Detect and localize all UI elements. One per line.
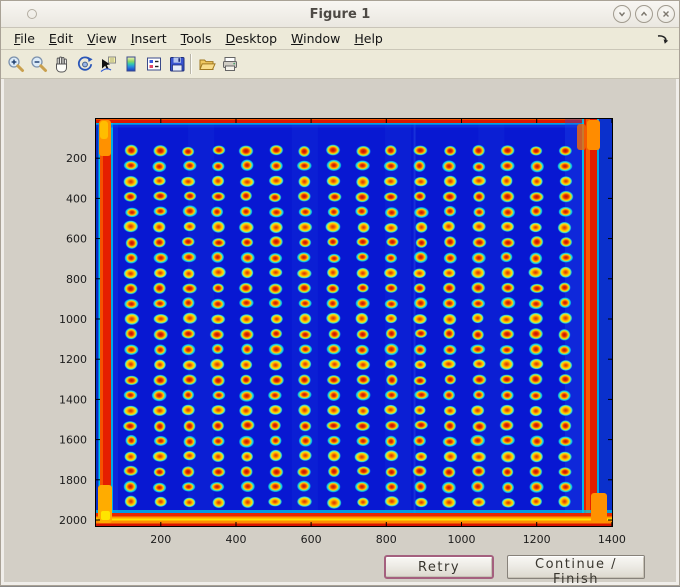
svg-text:1200: 1200	[59, 353, 87, 366]
zoom-out-icon	[30, 56, 47, 72]
data-cursor-button[interactable]	[96, 52, 119, 76]
insert-colorbar-button[interactable]	[119, 52, 142, 76]
zoom-in-icon	[7, 56, 24, 72]
svg-text:800: 800	[376, 533, 397, 546]
legend-icon	[146, 57, 161, 71]
menubar: File Edit View Insert Tools Desktop Wind…	[1, 28, 679, 50]
menu-tools[interactable]: Tools	[174, 29, 219, 48]
window-menu-icon[interactable]	[27, 9, 37, 19]
svg-text:1800: 1800	[59, 474, 87, 487]
chevron-up-icon	[640, 11, 648, 16]
maximize-button[interactable]	[635, 5, 653, 23]
close-icon	[663, 11, 669, 17]
menu-desktop[interactable]: Desktop	[218, 29, 284, 48]
menu-help[interactable]: Help	[347, 29, 390, 48]
rotate-3d-icon	[77, 56, 93, 71]
retry-button[interactable]: Retry	[384, 555, 494, 579]
figure-toolbar	[1, 50, 679, 79]
y-tick-labels: 200 400 600 800 1000 1200 1400 1600 1800 2000	[59, 152, 87, 527]
rotate-3d-button[interactable]	[73, 52, 96, 76]
figure-window: Figure 1 File Edit View Insert Tools Des…	[0, 0, 680, 587]
window-controls	[613, 5, 675, 23]
print-figure-button[interactable]	[218, 52, 241, 76]
menu-view[interactable]: View	[80, 29, 124, 48]
open-folder-icon	[198, 59, 216, 70]
titlebar[interactable]: Figure 1	[1, 1, 679, 28]
pan-hand-icon	[55, 56, 67, 73]
open-file-button[interactable]	[195, 52, 218, 76]
dock-figure-icon[interactable]	[656, 32, 669, 45]
save-icon	[169, 57, 184, 72]
svg-text:800: 800	[66, 273, 87, 286]
zoom-in-button[interactable]	[4, 52, 27, 76]
printer-icon	[222, 57, 237, 71]
svg-text:1000: 1000	[59, 313, 87, 326]
pan-button[interactable]	[50, 52, 73, 76]
colorbar-icon	[126, 56, 135, 72]
svg-text:200: 200	[150, 533, 171, 546]
svg-text:1400: 1400	[59, 393, 87, 406]
toolbar-separator	[190, 54, 191, 74]
plot-axes[interactable]: 200 400 600 800 1000 1200 1400 200 400 600 800 1000…	[51, 110, 631, 560]
close-button[interactable]	[657, 5, 675, 23]
x-tick-labels: 200 400 600 800 1000 1200 1400	[150, 533, 626, 546]
svg-text:600: 600	[301, 533, 322, 546]
svg-text:1600: 1600	[59, 434, 87, 447]
menu-insert[interactable]: Insert	[124, 29, 174, 48]
shade-button[interactable]	[613, 5, 631, 23]
menu-file[interactable]: File	[7, 29, 42, 48]
figure-canvas: 200 400 600 800 1000 1200 1400 200 400 600 800 1000…	[1, 79, 679, 587]
save-figure-button[interactable]	[165, 52, 188, 76]
data-cursor-icon	[100, 56, 116, 72]
menu-window[interactable]: Window	[284, 29, 347, 48]
continue-finish-button[interactable]: Continue / Finish	[507, 555, 645, 587]
chevron-down-icon	[618, 12, 626, 17]
svg-text:2000: 2000	[59, 514, 87, 527]
insert-legend-button[interactable]	[142, 52, 165, 76]
svg-text:1200: 1200	[523, 533, 551, 546]
zoom-out-button[interactable]	[27, 52, 50, 76]
svg-text:400: 400	[226, 533, 247, 546]
svg-text:200: 200	[66, 152, 87, 165]
svg-text:400: 400	[66, 192, 87, 205]
menu-edit[interactable]: Edit	[42, 29, 80, 48]
svg-text:1400: 1400	[598, 533, 626, 546]
svg-text:1000: 1000	[448, 533, 476, 546]
window-title: Figure 1	[309, 6, 371, 22]
svg-text:600: 600	[66, 233, 87, 246]
